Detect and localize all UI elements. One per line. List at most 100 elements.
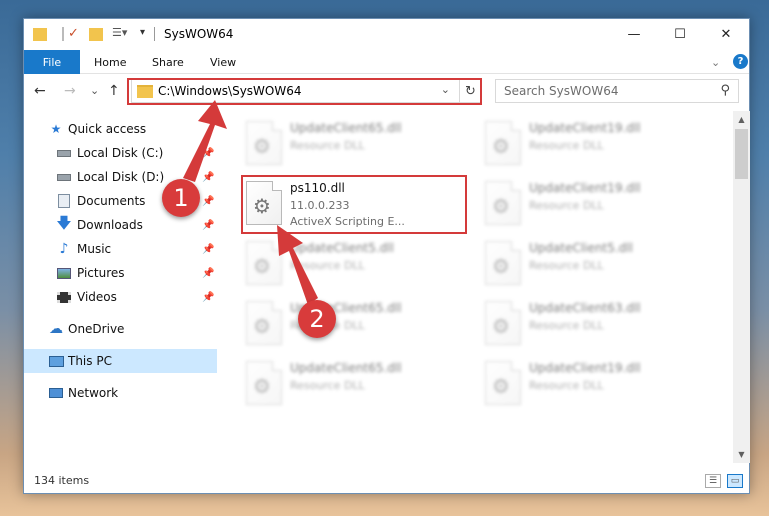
dll-file-icon: ⚙ (485, 181, 521, 225)
dll-file-icon: ⚙ (485, 121, 521, 165)
address-bar-highlight (127, 78, 482, 105)
pin-icon[interactable]: 📌 (202, 268, 214, 279)
sidebar-item-label: Videos (77, 290, 117, 304)
computer-icon (48, 353, 64, 369)
dll-file-icon: ⚙ (485, 361, 521, 405)
customize-toolbar-icon[interactable]: ☰▾ (112, 26, 127, 42)
music-icon: ♪ (59, 241, 69, 257)
details-view-icon[interactable]: ☰ (705, 474, 721, 488)
tab-view[interactable]: View (210, 50, 236, 74)
sidebar-item-downloads[interactable]: 🡇 Downloads 📌 (24, 213, 217, 237)
window-title: SysWOW64 (164, 27, 234, 41)
back-button[interactable]: ← (34, 83, 46, 99)
large-icons-view-icon[interactable]: ▭ (727, 474, 743, 488)
pin-icon[interactable]: 📌 (202, 172, 214, 183)
pin-icon[interactable]: 📌 (202, 244, 214, 255)
sidebar-item-quick-access[interactable]: ★ Quick access (24, 117, 217, 141)
title-separator (154, 27, 155, 41)
tab-file[interactable]: File (24, 50, 80, 74)
drive-icon (56, 145, 72, 161)
scroll-down-icon[interactable]: ▼ (733, 446, 750, 463)
cloud-icon: ☁ (49, 321, 63, 337)
sidebar-item-label: Local Disk (D:) (77, 170, 165, 184)
file-item[interactable]: ⚙ UpdateClient5.dll Resource DLL (481, 237, 711, 297)
search-input[interactable]: Search SysWOW64 ⚲ (495, 79, 739, 103)
sidebar-item-this-pc[interactable]: This PC (24, 349, 217, 373)
file-name: UpdateClient65.dll (290, 361, 402, 375)
sidebar-item-network[interactable]: Network (24, 381, 217, 405)
folder-icon (33, 28, 47, 41)
file-type: Resource DLL (529, 199, 604, 212)
customize-dropdown-icon[interactable]: ▾ (140, 27, 145, 43)
sidebar-item-label: Downloads (77, 218, 143, 232)
dll-file-icon: ⚙ (246, 121, 282, 165)
file-item[interactable]: ⚙ UpdateClient65.dll Resource DLL (242, 297, 472, 357)
file-name: UpdateClient19.dll (529, 121, 641, 135)
sidebar-item-local-disk-c[interactable]: Local Disk (C:) 📌 (24, 141, 217, 165)
dll-file-icon: ⚙ (485, 301, 521, 345)
new-folder-icon[interactable] (89, 28, 103, 41)
sidebar-item-label: Documents (77, 194, 146, 208)
sidebar-item-label: Network (68, 386, 119, 400)
sidebar-item-label: Pictures (77, 266, 125, 280)
file-item[interactable]: ⚙ UpdateClient19.dll Resource DLL (481, 177, 711, 237)
file-list: ⚙ UpdateClient65.dll Resource DLL ⚙ ps11… (220, 111, 733, 463)
file-item[interactable]: ⚙ UpdateClient65.dll Resource DLL (242, 117, 472, 177)
vertical-scrollbar[interactable]: ▲ ▼ (733, 111, 750, 463)
minimize-button[interactable]: — (611, 19, 657, 50)
scrollbar-thumb[interactable] (735, 129, 748, 179)
file-name: UpdateClient19.dll (529, 181, 641, 195)
sidebar-item-music[interactable]: ♪ Music 📌 (24, 237, 217, 261)
file-type: Resource DLL (290, 259, 365, 272)
pin-icon[interactable]: 📌 (202, 292, 214, 303)
sidebar-item-onedrive[interactable]: ☁ OneDrive (24, 317, 217, 341)
documents-icon (56, 193, 72, 209)
title-bar: ✓ ☰▾ ▾ SysWOW64 — ☐ ✕ (24, 19, 749, 50)
up-button[interactable]: ↑ (108, 83, 120, 99)
close-button[interactable]: ✕ (703, 19, 749, 50)
sidebar-item-pictures[interactable]: Pictures 📌 (24, 261, 217, 285)
ribbon: File Home Share View ⌄ ? (24, 50, 749, 74)
properties-check-icon[interactable]: ✓ (68, 26, 79, 42)
file-name: UpdateClient5.dll (529, 241, 633, 255)
search-icon: ⚲ (720, 83, 730, 98)
sidebar-item-label: This PC (68, 354, 112, 368)
properties-icon[interactable] (62, 27, 64, 41)
tab-share[interactable]: Share (152, 50, 184, 74)
file-item[interactable]: ⚙ UpdateClient5.dll Resource DLL (242, 237, 472, 297)
videos-icon (56, 289, 72, 305)
sidebar-item-label: Music (77, 242, 112, 256)
file-type: Resource DLL (529, 379, 604, 392)
navigation-pane: ★ Quick access Local Disk (C:) 📌 Local D… (24, 111, 217, 463)
sidebar-item-videos[interactable]: Videos 📌 (24, 285, 217, 309)
dll-file-icon: ⚙ (246, 361, 282, 405)
file-name: UpdateClient19.dll (529, 361, 641, 375)
file-type: Resource DLL (290, 379, 365, 392)
help-icon[interactable]: ? (733, 54, 748, 69)
forward-button[interactable]: → (64, 83, 76, 99)
dll-file-icon: ⚙ (246, 301, 282, 345)
item-count: 134 items (34, 474, 90, 487)
sidebar-item-label: OneDrive (68, 322, 125, 336)
file-type: Resource DLL (529, 319, 604, 332)
file-item[interactable]: ⚙ UpdateClient19.dll Resource DLL (481, 357, 711, 417)
file-type: Resource DLL (290, 139, 365, 152)
pictures-icon (56, 265, 72, 281)
recent-locations-button[interactable]: ⌄ (90, 84, 99, 97)
download-icon: 🡇 (56, 213, 72, 232)
scroll-up-icon[interactable]: ▲ (733, 111, 750, 128)
network-icon (48, 385, 64, 401)
maximize-button[interactable]: ☐ (657, 19, 703, 50)
file-item[interactable]: ⚙ UpdateClient65.dll Resource DLL (242, 357, 472, 417)
pin-icon[interactable]: 📌 (202, 220, 214, 231)
file-type: Resource DLL (529, 139, 604, 152)
ribbon-expand-icon[interactable]: ⌄ (711, 50, 720, 74)
drive-icon (56, 169, 72, 185)
tab-home[interactable]: Home (94, 50, 126, 74)
search-placeholder: Search SysWOW64 (504, 84, 619, 98)
pin-icon[interactable]: 📌 (202, 148, 214, 159)
dll-file-icon: ⚙ (246, 241, 282, 285)
pin-icon[interactable]: 📌 (202, 196, 214, 207)
file-item[interactable]: ⚙ UpdateClient63.dll Resource DLL (481, 297, 711, 357)
file-item[interactable]: ⚙ UpdateClient19.dll Resource DLL (481, 117, 711, 177)
